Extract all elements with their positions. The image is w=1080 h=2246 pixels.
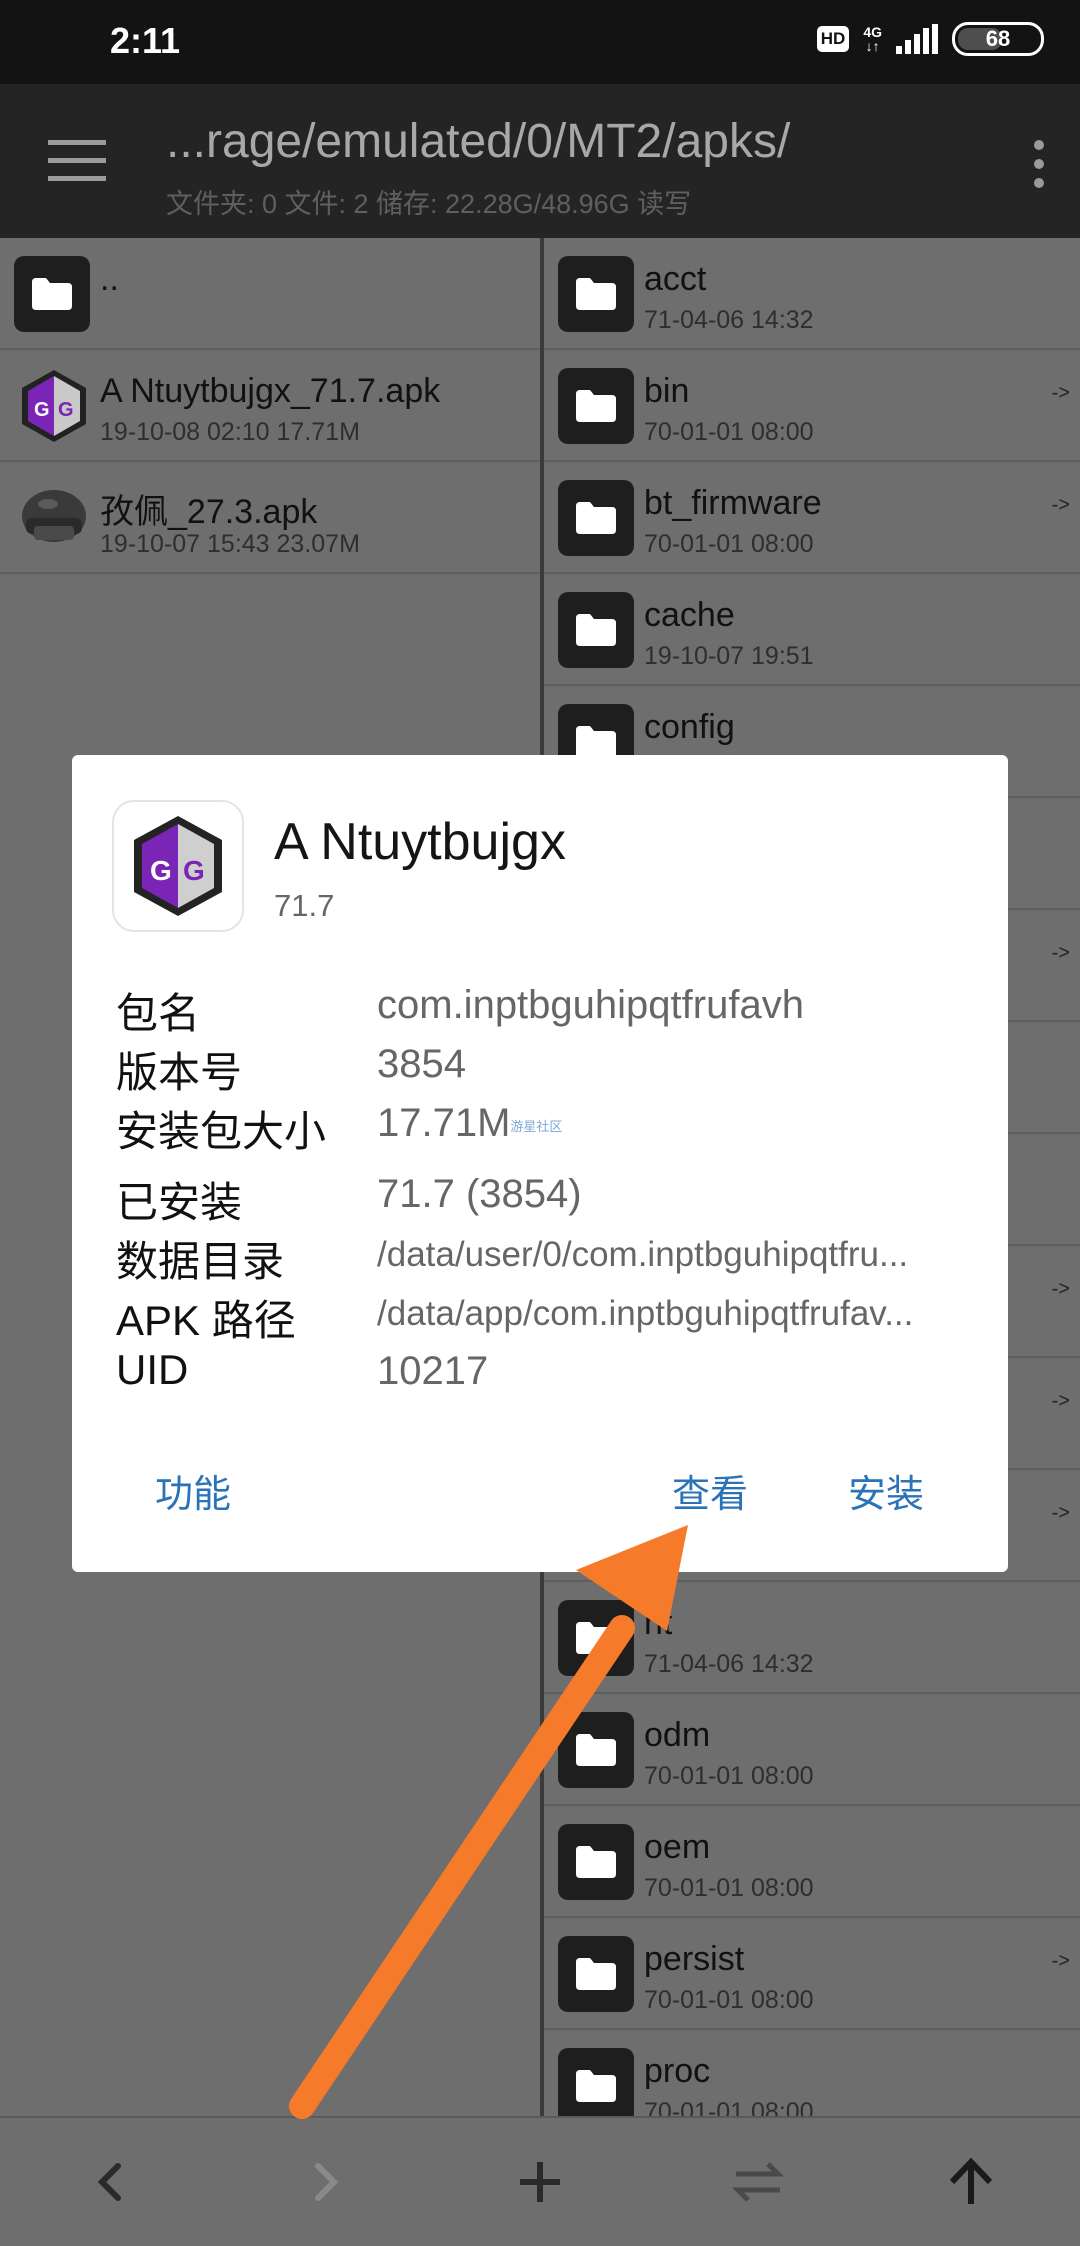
annotation-arrow (289, 1525, 688, 2119)
